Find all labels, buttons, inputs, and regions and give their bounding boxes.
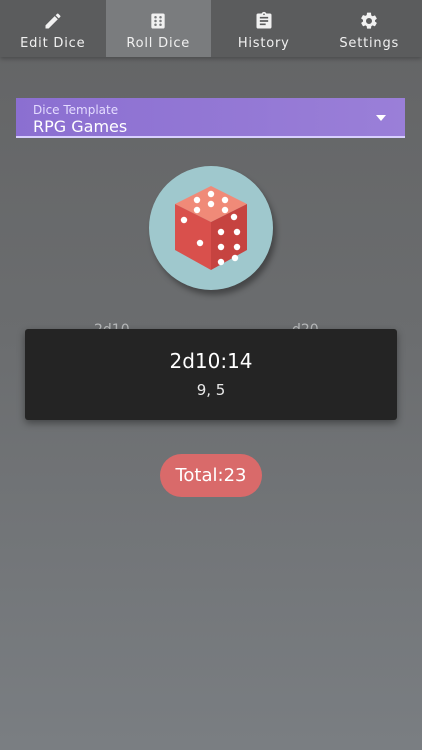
tab-label: History	[237, 36, 290, 51]
tab-label: Edit Dice	[20, 36, 86, 51]
roll-result-toast: 2d10:14 9, 5	[25, 329, 397, 420]
roll-result-values: 9, 5	[196, 381, 226, 399]
clipboard-icon	[254, 11, 274, 31]
tab-roll-dice[interactable]: Roll Dice	[105, 0, 211, 57]
tab-bar: Edit Dice Roll Dice History Settings	[0, 0, 422, 57]
tab-edit-dice[interactable]: Edit Dice	[0, 0, 106, 57]
dice-icon	[148, 11, 168, 31]
tab-label: Roll Dice	[126, 36, 191, 51]
dice-template-value: RPG Games	[33, 117, 128, 136]
dice-template-select[interactable]: Dice Template RPG Games	[16, 98, 405, 138]
pencil-icon	[43, 11, 63, 31]
gear-icon	[359, 11, 379, 31]
tab-settings[interactable]: Settings	[317, 0, 422, 57]
roll-dice-button[interactable]	[149, 166, 273, 290]
total-label: Total:23	[175, 465, 247, 486]
dropdown-arrow-icon	[376, 115, 386, 121]
dice-template-label: Dice Template	[33, 103, 119, 117]
tab-label: Settings	[339, 36, 400, 51]
dice-icon	[175, 186, 247, 270]
tab-history[interactable]: History	[211, 0, 317, 57]
total-badge: Total:23	[160, 454, 262, 497]
roll-result-title: 2d10:14	[169, 349, 253, 373]
